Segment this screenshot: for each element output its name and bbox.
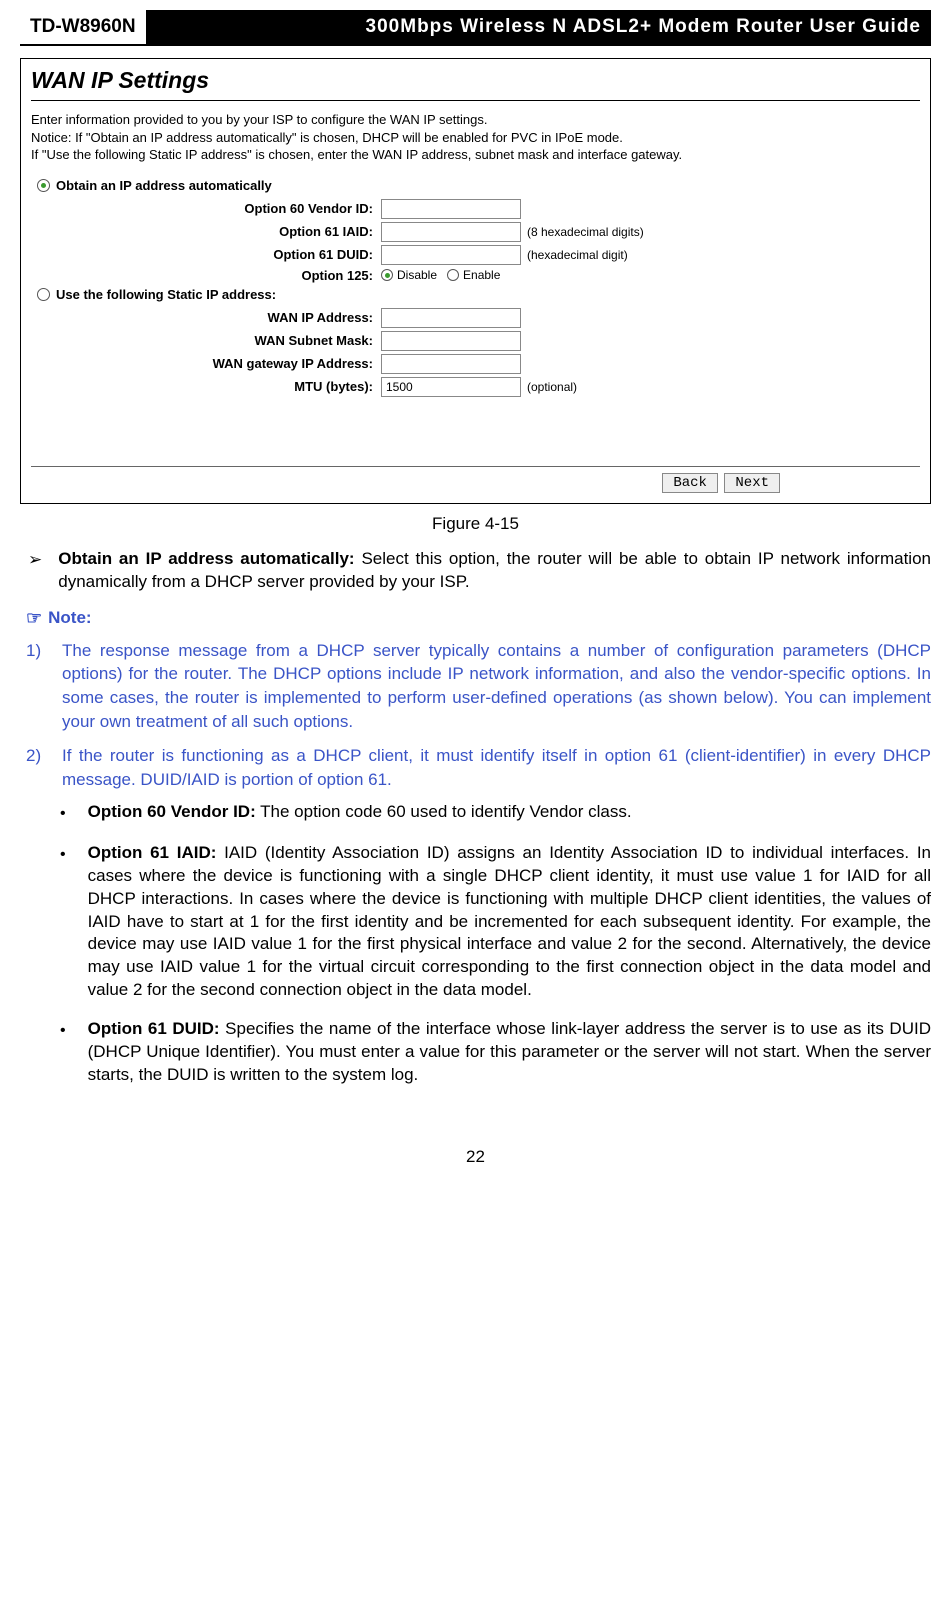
option-item: • Option 61 IAID: IAID (Identity Associa… [60,842,931,1003]
bullet-icon: • [60,844,66,1003]
note-item: 1) The response message from a DHCP serv… [26,639,931,734]
arrow-icon: ➢ [28,550,42,594]
pointing-hand-icon: ☞ [26,608,42,629]
figure-caption: Figure 4-15 [20,514,931,534]
doc-title: 300Mbps Wireless N ADSL2+ Modem Router U… [146,10,931,44]
row-option61-duid: Option 61 DUID: (hexadecimal digit) [31,245,920,265]
row-mtu: MTU (bytes): (optional) [31,377,920,397]
figure-title: WAN IP Settings [31,67,920,94]
note-text: The response message from a DHCP server … [62,639,931,734]
bullet-bold: Obtain an IP address automatically: [58,549,354,568]
wan-gw-input[interactable] [381,354,521,374]
note-list: 1) The response message from a DHCP serv… [26,639,931,792]
radio-label: Use the following Static IP address: [56,287,276,302]
option-text: Option 61 IAID: IAID (Identity Associati… [88,842,931,1003]
field-label: Option 61 IAID: [31,224,381,239]
field-suffix: (8 hexadecimal digits) [527,225,644,239]
radio-label: Obtain an IP address automatically [56,178,272,193]
row-option61-iaid: Option 61 IAID: (8 hexadecimal digits) [31,222,920,242]
radio-icon [447,269,459,281]
option60-input[interactable] [381,199,521,219]
bullet-obtain-auto: ➢ Obtain an IP address automatically: Se… [28,548,931,594]
option-bold: Option 61 DUID: [88,1019,220,1038]
note-text: If the router is functioning as a DHCP c… [62,744,931,792]
figure-intro: Enter information provided to you by you… [31,111,920,164]
note-number: 2) [26,744,48,792]
note-header: ☞ Note: [26,608,931,629]
back-button[interactable]: Back [662,473,718,493]
radio-obtain-auto[interactable]: Obtain an IP address automatically [37,178,920,193]
field-label: Option 125: [31,268,381,283]
wan-ip-input[interactable] [381,308,521,328]
radio-label: Disable [397,268,437,282]
option-rest: The option code 60 used to identify Vend… [256,802,632,821]
bullet-icon: • [60,803,66,825]
options-list: • Option 60 Vendor ID: The option code 6… [60,801,931,1087]
row-wan-gw: WAN gateway IP Address: [31,354,920,374]
intro-line: Notice: If "Obtain an IP address automat… [31,130,623,145]
button-bar: Back Next [31,473,920,493]
note-label: Note: [48,608,91,628]
option61-iaid-input[interactable] [381,222,521,242]
radio-icon [381,269,393,281]
page-number: 22 [20,1147,931,1167]
option-bold: Option 61 IAID: [88,843,217,862]
radio-icon [37,179,50,192]
bullet-icon: • [60,1020,66,1087]
option125-enable[interactable]: Enable [447,268,500,282]
mtu-input[interactable] [381,377,521,397]
field-suffix: (optional) [527,380,577,394]
row-wan-mask: WAN Subnet Mask: [31,331,920,351]
field-label: Option 61 DUID: [31,247,381,262]
model-label: TD-W8960N [20,10,146,44]
field-label: WAN gateway IP Address: [31,356,381,371]
bullet-text: Obtain an IP address automatically: Sele… [58,548,931,594]
next-button[interactable]: Next [724,473,780,493]
field-label: Option 60 Vendor ID: [31,201,381,216]
divider [31,100,920,101]
row-option125: Option 125: Disable Enable [31,268,920,283]
row-wan-ip: WAN IP Address: [31,308,920,328]
option-rest: IAID (Identity Association ID) assigns a… [88,843,931,1000]
field-label: MTU (bytes): [31,379,381,394]
option-item: • Option 60 Vendor ID: The option code 6… [60,801,931,825]
field-suffix: (hexadecimal digit) [527,248,628,262]
divider [31,466,920,467]
option61-duid-input[interactable] [381,245,521,265]
field-label: WAN Subnet Mask: [31,333,381,348]
note-number: 1) [26,639,48,734]
note-item: 2) If the router is functioning as a DHC… [26,744,931,792]
option-text: Option 60 Vendor ID: The option code 60 … [88,801,632,825]
field-label: WAN IP Address: [31,310,381,325]
option125-disable[interactable]: Disable [381,268,437,282]
intro-line: If "Use the following Static IP address"… [31,147,682,162]
option-text: Option 61 DUID: Specifies the name of th… [88,1018,931,1087]
radio-static-ip[interactable]: Use the following Static IP address: [37,287,920,302]
figure-wan-ip-settings: WAN IP Settings Enter information provid… [20,58,931,504]
option-bold: Option 60 Vendor ID: [88,802,256,821]
option-item: • Option 61 DUID: Specifies the name of … [60,1018,931,1087]
radio-icon [37,288,50,301]
intro-line: Enter information provided to you by you… [31,112,487,127]
wan-mask-input[interactable] [381,331,521,351]
doc-header: TD-W8960N 300Mbps Wireless N ADSL2+ Mode… [20,10,931,46]
row-option60: Option 60 Vendor ID: [31,199,920,219]
radio-label: Enable [463,268,500,282]
